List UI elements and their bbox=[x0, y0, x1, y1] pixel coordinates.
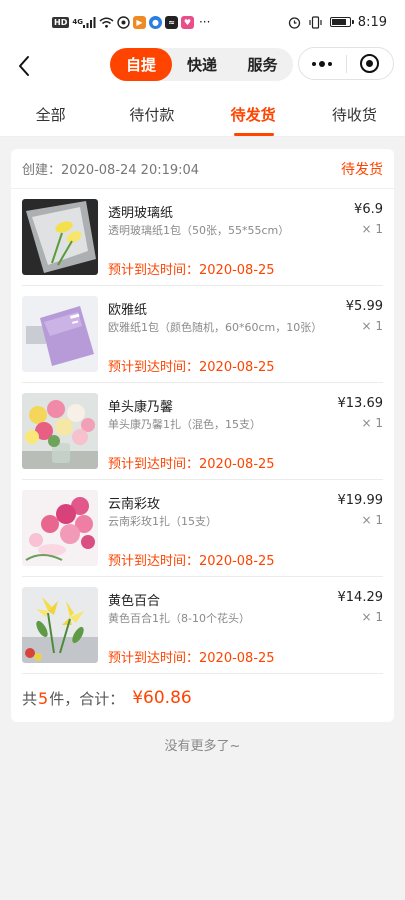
app-icon-a bbox=[117, 15, 130, 29]
clock: 8:19 bbox=[357, 14, 387, 30]
delivery-mode-switch: 自提 快递 服务 bbox=[110, 48, 293, 81]
product-name: 透明玻璃纸 bbox=[108, 206, 174, 221]
order-summary: 共 5 件，合计： ¥60.86 bbox=[11, 674, 394, 722]
battery-icon bbox=[329, 17, 354, 27]
order-status-badge: 待发货 bbox=[341, 161, 383, 178]
network-type-label: 4G bbox=[72, 18, 83, 26]
more-button[interactable] bbox=[299, 48, 346, 79]
product-image-mixed-carnations bbox=[22, 393, 98, 469]
product-spec: 透明玻璃纸1包（50张，55*55cm） bbox=[108, 224, 290, 237]
segment-service[interactable]: 服务 bbox=[232, 48, 293, 81]
app-icon-heart: ♥ bbox=[180, 15, 194, 29]
segment-pickup[interactable]: 自提 bbox=[110, 48, 172, 81]
order-item[interactable]: 透明玻璃纸 透明玻璃纸1包（50张，55*55cm） ¥6.9 × 1 预计到达… bbox=[22, 189, 383, 286]
order-item[interactable]: 欧雅纸 欧雅纸1包（颜色随机，60*60cm，10张） ¥5.99 × 1 预计… bbox=[22, 286, 383, 383]
product-image-clear-wrapping-paper bbox=[22, 199, 98, 275]
product-name: 云南彩玫 bbox=[108, 497, 161, 512]
product-price: ¥19.99 bbox=[337, 493, 384, 508]
vibrate-icon bbox=[308, 15, 323, 29]
product-price: ¥13.69 bbox=[337, 396, 384, 411]
order-header: 创建：2020-08-24 20:19:04 待发货 bbox=[11, 149, 394, 189]
tab-pending-payment[interactable]: 待付款 bbox=[101, 88, 202, 136]
product-image-pink-roses bbox=[22, 490, 98, 566]
product-name: 黄色百合 bbox=[108, 594, 161, 609]
estimated-arrival: 预计到达时间：2020-08-25 bbox=[108, 554, 275, 569]
signal-icon: 4G bbox=[72, 16, 96, 28]
status-icons: HD 4G ▶ ● ≈ ♥ ··· bbox=[52, 15, 210, 29]
estimated-arrival: 预计到达时间：2020-08-25 bbox=[108, 263, 275, 278]
estimated-arrival: 预计到达时间：2020-08-25 bbox=[108, 651, 275, 666]
status-bar: HD 4G ▶ ● ≈ ♥ ··· 8:19 bbox=[0, 0, 405, 44]
app-icon-b: ● bbox=[148, 15, 162, 29]
app-icon-c: ≈ bbox=[164, 15, 178, 29]
product-image-yellow-lilies bbox=[22, 587, 98, 663]
summary-item-count: 5 bbox=[38, 688, 49, 708]
estimated-arrival: 预计到达时间：2020-08-25 bbox=[108, 457, 275, 472]
tab-pending-shipment[interactable]: 待发货 bbox=[203, 88, 304, 136]
order-card[interactable]: 创建：2020-08-24 20:19:04 待发货 透明玻璃纸 透明玻璃纸1包… bbox=[11, 149, 394, 722]
product-spec: 单头康乃馨1扎（混色，15支） bbox=[108, 418, 261, 431]
summary-total-price: ¥60.86 bbox=[132, 688, 192, 708]
product-quantity: × 1 bbox=[361, 610, 383, 624]
more-icon: ··· bbox=[198, 15, 211, 29]
close-miniprogram-button[interactable] bbox=[347, 48, 394, 79]
order-item[interactable]: 黄色百合 黄色百合1扎（8-10个花头） ¥14.29 × 1 预计到达时间：2… bbox=[22, 577, 383, 674]
target-icon bbox=[360, 54, 380, 73]
no-more-hint: 没有更多了~ bbox=[164, 739, 241, 754]
product-price: ¥5.99 bbox=[345, 299, 383, 314]
back-arrow-icon bbox=[19, 56, 29, 76]
tab-all[interactable]: 全部 bbox=[0, 88, 101, 136]
order-tabs: 全部 待付款 待发货 待收货 bbox=[0, 88, 405, 137]
nav-bar: 自提 快递 服务 bbox=[0, 44, 405, 88]
product-quantity: × 1 bbox=[361, 416, 383, 430]
product-name: 单头康乃馨 bbox=[108, 400, 174, 415]
alarm-icon bbox=[288, 16, 301, 29]
order-item[interactable]: 云南彩玫 云南彩玫1扎（15支） ¥19.99 × 1 预计到达时间：2020-… bbox=[22, 480, 383, 577]
summary-prefix: 共 bbox=[22, 689, 38, 708]
status-system: 8:19 bbox=[288, 15, 387, 30]
summary-label: 件，合计： bbox=[49, 689, 125, 708]
hd-icon: HD bbox=[52, 16, 70, 28]
product-quantity: × 1 bbox=[361, 319, 383, 333]
order-created-time: 创建：2020-08-24 20:19:04 bbox=[22, 163, 200, 178]
product-spec: 云南彩玫1扎（15支） bbox=[108, 515, 217, 528]
product-price: ¥6.9 bbox=[354, 202, 383, 217]
wifi-icon bbox=[99, 17, 114, 28]
product-quantity: × 1 bbox=[361, 222, 383, 236]
product-name: 欧雅纸 bbox=[108, 303, 148, 318]
miniprogram-capsule bbox=[298, 47, 394, 80]
more-dots-icon bbox=[312, 60, 333, 67]
estimated-arrival: 预计到达时间：2020-08-25 bbox=[108, 360, 275, 375]
tab-pending-receipt[interactable]: 待收货 bbox=[304, 88, 405, 136]
product-spec: 黄色百合1扎（8-10个花头） bbox=[108, 612, 250, 625]
product-image-purple-wrapping-paper bbox=[22, 296, 98, 372]
segment-express[interactable]: 快递 bbox=[172, 48, 232, 81]
product-spec: 欧雅纸1包（颜色随机，60*60cm，10张） bbox=[108, 321, 323, 334]
back-button[interactable] bbox=[10, 51, 38, 81]
order-item[interactable]: 单头康乃馨 单头康乃馨1扎（混色，15支） ¥13.69 × 1 预计到达时间：… bbox=[22, 383, 383, 480]
product-price: ¥14.29 bbox=[337, 590, 384, 605]
product-quantity: × 1 bbox=[361, 513, 383, 527]
app-icon-play: ▶ bbox=[132, 15, 146, 29]
